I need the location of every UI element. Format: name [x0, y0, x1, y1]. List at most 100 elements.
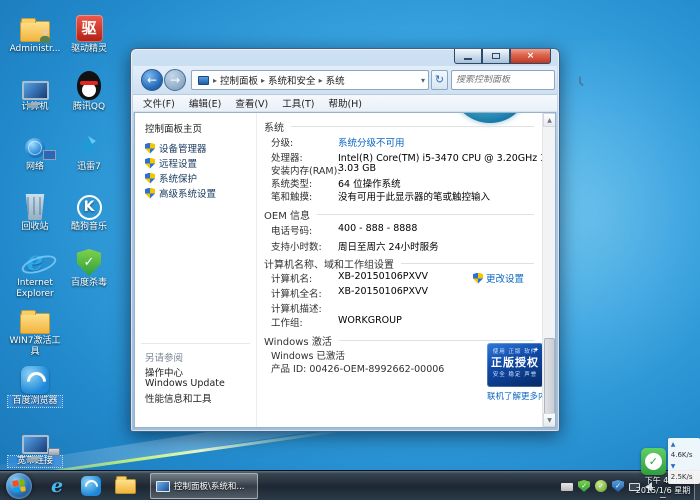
menu-file[interactable]: 文件(F) [143, 96, 175, 110]
baidu-browser-icon [21, 366, 49, 394]
tray-security-shield-icon[interactable]: ✓ [612, 480, 624, 492]
sidebar-item-performance-tools[interactable]: 性能信息和工具 [145, 391, 212, 405]
field-label: 电话号码: [271, 223, 312, 237]
security-check-widget[interactable]: ✓ [641, 448, 666, 475]
desktop-icon-baidu-antivirus[interactable]: ✓ 百度杀毒 [62, 242, 116, 289]
desktop-icon-broadband[interactable]: 宽带连接 [8, 420, 62, 467]
desktop-icon-win7-tools[interactable]: WIN7激活工具 [8, 300, 62, 358]
upload-arrow-icon: ▲ [671, 441, 676, 448]
taskbar-explorer-button[interactable] [112, 474, 138, 498]
forward-button[interactable]: → [164, 69, 186, 91]
sidebar-item-system-protection[interactable]: 系统保护 [145, 171, 197, 185]
desktop-icon-administrator[interactable]: Administr... [8, 8, 62, 55]
refresh-button[interactable]: ↻ [431, 70, 448, 90]
field-label: 系统类型: [271, 176, 312, 190]
sparkle-icon: ✦ [533, 346, 539, 354]
taskbar-baidu-browser-button[interactable] [78, 474, 104, 498]
menu-view[interactable]: 查看(V) [235, 96, 268, 110]
scrollbar[interactable]: ▲ ▼ [542, 113, 555, 427]
taskbar-ie-button[interactable]: e [44, 474, 70, 498]
desktop-icon-network[interactable]: 网络 [8, 126, 62, 173]
tray-antivirus-shield-icon[interactable]: ✓ [578, 480, 590, 492]
desktop-icon-recycle-bin[interactable]: 回收站 [8, 186, 62, 233]
desktop-icon-qq[interactable]: 腾讯QQ [62, 66, 116, 113]
icon-label: Internet Explorer [8, 278, 62, 300]
breadcrumb-system[interactable]: 系统 [324, 73, 347, 87]
desktop-icon-computer[interactable]: 计算机 [8, 66, 62, 113]
change-settings-link[interactable]: 更改设置 [473, 271, 524, 285]
qq-penguin-icon [77, 71, 101, 100]
menu-bar: 文件(F) 编辑(E) 查看(V) 工具(T) 帮助(H) [133, 95, 557, 112]
desktop-icon-kugou[interactable]: K 酷狗音乐 [62, 186, 116, 233]
product-id: 产品 ID: 00426-OEM-8992662-00006 [271, 361, 444, 375]
uac-shield-icon [145, 143, 155, 154]
tray-message-icon[interactable] [561, 483, 573, 491]
computer-fullname-value: XB-20150106PXVV [338, 286, 428, 297]
download-arrow-icon: ▼ [671, 463, 676, 470]
menu-edit[interactable]: 编辑(E) [189, 96, 221, 110]
search-input[interactable] [452, 75, 579, 85]
sidebar-item-windows-update[interactable]: Windows Update [145, 378, 225, 389]
system-content: 系统 分级: 系统分级不可用 处理器: Intel(R) Core(TM) i5… [258, 113, 542, 427]
sidebar-item-action-center[interactable]: 操作中心 [145, 365, 183, 379]
sidebar-item-label: 系统保护 [159, 171, 197, 185]
maximize-icon [492, 53, 500, 59]
genuine-license-badge[interactable]: ✦ 使用 正版 软件 正版授权 安全 稳定 声誉 [487, 343, 542, 387]
breadcrumb-system-security[interactable]: 系统和安全 [266, 73, 318, 87]
field-label: 计算机名: [271, 271, 312, 285]
icon-label: 回收站 [8, 222, 62, 233]
rating-link[interactable]: 系统分级不可用 [338, 135, 405, 149]
field-label: 处理器: [271, 150, 303, 164]
sidebar-item-label: 远程设置 [159, 156, 197, 170]
folder-icon [115, 479, 136, 494]
search-box[interactable] [451, 70, 555, 90]
system-window: × ← → ▸ 控制面板 ▸ 系统和安全 ▸ 系统 ▾ ↻ 文件(F) 编 [130, 48, 560, 432]
desktop-icon-xunlei[interactable]: 迅雷7 [62, 126, 116, 173]
workgroup-value: WORKGROUP [338, 315, 402, 326]
processor-value: Intel(R) Core(TM) i5-3470 CPU @ 3.20GHz … [338, 150, 542, 164]
scroll-up-icon[interactable]: ▲ [543, 113, 556, 127]
net-speed-panel[interactable]: ▲ 4.6K/s ▼ 2.5K/s [668, 438, 700, 484]
start-button[interactable] [6, 473, 32, 499]
caption-buttons: × [454, 49, 551, 64]
ram-value: 3.03 GB [338, 163, 376, 174]
see-also-header: 另请参阅 [145, 350, 183, 364]
sidebar-item-control-panel-home[interactable]: 控制面板主页 [145, 121, 202, 135]
close-button[interactable]: × [510, 49, 551, 64]
sidebar-item-advanced-settings[interactable]: 高级系统设置 [145, 186, 216, 200]
address-dropdown-icon[interactable]: ▾ [421, 76, 425, 85]
desktop-icon-driver-genius[interactable]: 驱 驱动精灵 [62, 8, 116, 55]
taskbar: e 控制面板\系统和... ✓ ✓ ✓ 下午 4:47 2015/1/6 星期二 [0, 470, 700, 500]
check-icon: ✓ [645, 453, 662, 470]
icon-label: WIN7激活工具 [8, 336, 62, 358]
minimize-button[interactable] [454, 49, 482, 64]
field-label: 分级: [271, 135, 293, 149]
scroll-down-icon[interactable]: ▼ [543, 413, 556, 427]
modem-icon [48, 448, 60, 456]
icon-label: 百度浏览器 [8, 396, 62, 407]
learn-more-link[interactable]: 联机了解更多内容... [487, 390, 542, 402]
sidebar-item-device-manager[interactable]: 设备管理器 [145, 141, 207, 155]
desktop-icon-internet-explorer[interactable]: e Internet Explorer [8, 242, 62, 300]
icon-label: Administr... [8, 44, 62, 55]
menu-tools[interactable]: 工具(T) [282, 96, 314, 110]
back-button[interactable]: ← [141, 69, 163, 91]
breadcrumb-control-panel[interactable]: 控制面板 [218, 73, 260, 87]
address-bar[interactable]: ▸ 控制面板 ▸ 系统和安全 ▸ 系统 ▾ [191, 70, 429, 90]
sidebar-divider [141, 343, 250, 344]
desktop-icon-baidu-browser[interactable]: 百度浏览器 [8, 360, 62, 407]
baidu-browser-icon [81, 476, 101, 496]
icon-label: 百度杀毒 [62, 278, 116, 289]
computer-icon [22, 435, 49, 454]
user-icon [39, 29, 51, 43]
icon-label: 迅雷7 [62, 162, 116, 173]
tray-driver-icon[interactable]: ✓ [595, 480, 607, 492]
menu-help[interactable]: 帮助(H) [328, 96, 362, 110]
maximize-button[interactable] [482, 49, 510, 64]
pen-touch-value: 没有可用于此显示器的笔或触控输入 [338, 189, 490, 203]
search-icon [579, 76, 581, 84]
icon-label: 酷狗音乐 [62, 222, 116, 233]
navigation-bar: ← → ▸ 控制面板 ▸ 系统和安全 ▸ 系统 ▾ ↻ [133, 66, 557, 95]
taskbar-window-button[interactable]: 控制面板\系统和... [150, 473, 258, 499]
sidebar-item-remote-settings[interactable]: 远程设置 [145, 156, 197, 170]
